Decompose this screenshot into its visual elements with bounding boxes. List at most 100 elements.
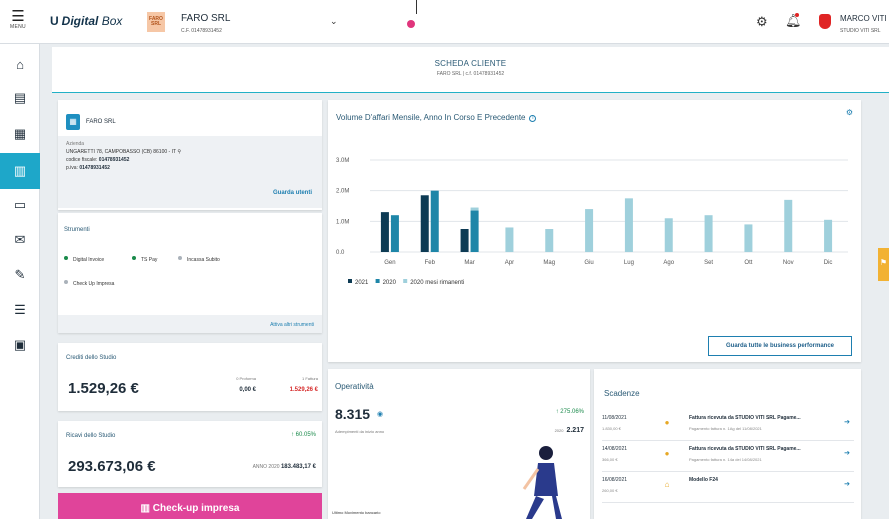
home-icon[interactable]: ⌂ <box>0 46 40 82</box>
chart-icon[interactable]: ▥ <box>0 153 40 189</box>
client-card: ▦ FARO SRL Azienda UNGARETTI 78, CAMPOBA… <box>58 100 322 210</box>
x-tick-label: Mar <box>464 260 474 266</box>
azienda-label: Azienda <box>66 141 85 147</box>
feedback-tab[interactable]: ⚑ <box>878 248 889 281</box>
user-name[interactable]: MARCO VITI <box>840 14 887 23</box>
arrow-right-icon[interactable]: ➔ <box>844 418 850 426</box>
inactive-dot <box>178 256 182 260</box>
page-title: SCHEDA CLIENTE <box>434 59 507 68</box>
tool-label: Check Up Impresa <box>73 281 115 287</box>
x-tick-label: Nov <box>783 260 794 266</box>
operativita-subtitle: Adempimenti da inizio anno <box>335 429 385 434</box>
bar-2021 <box>380 212 389 252</box>
legend-swatch <box>403 279 408 283</box>
scheda-header: SCHEDA CLIENTE FARO SRL | c.f. 014789314… <box>52 47 889 93</box>
cf-label: codice fiscale: <box>66 157 98 163</box>
attiva-strumenti-link[interactable]: Attiva altri strumenti <box>270 322 314 328</box>
x-tick-label: Lug <box>624 260 634 266</box>
bar-2020-mesi-rimanenti <box>664 218 673 252</box>
arrow-right-icon[interactable]: ➔ <box>844 480 850 488</box>
legend-label: 2020 mesi rimanenti <box>410 280 464 286</box>
x-tick-label: Set <box>704 260 713 266</box>
bar-2020-mesi-rimanenti <box>505 227 514 252</box>
tool-ts-pay[interactable]: TS Pay <box>132 256 157 263</box>
fattura-value: 1.529,26 € <box>289 387 318 393</box>
map-pin-icon[interactable]: ⚲ <box>177 149 181 155</box>
prev-value: 2.217 <box>566 427 584 434</box>
scadenza-date: 16/08/2021 <box>602 477 628 483</box>
scadenza-sub: Pagamento fattura n. 1Ag del 11/08/2021 <box>689 426 762 431</box>
app-logo[interactable]: U Digital Box <box>50 14 122 28</box>
scadenza-row[interactable]: 14/08/2021 366,00 € ● Fattura ricevuta da S… <box>602 442 854 472</box>
operativita-value: 8.315 <box>335 406 371 422</box>
crediti-title: Crediti dello Studio <box>66 355 117 361</box>
bar-2020-mesi-rimanenti <box>585 209 594 252</box>
chart-card: Volume D'affari Mensile, Anno In Corso E… <box>328 100 861 362</box>
tool-label: Incassa Subito <box>187 257 220 263</box>
legend-label: 2020 <box>383 280 397 286</box>
scadenza-row[interactable]: 11/08/2021 1.830,00 € ● Fattura ricevuta da… <box>602 411 854 441</box>
gear-icon[interactable]: ⚙ <box>756 14 768 30</box>
mail-icon[interactable]: ✉ <box>0 222 40 258</box>
tool-digital-invoice[interactable]: Digital Invoice <box>64 256 104 263</box>
chevron-down-icon[interactable]: ⌄ <box>330 16 338 27</box>
calendar-icon[interactable]: ▦ <box>0 116 40 152</box>
person-illustration <box>522 446 562 519</box>
logo-brand-rest: Box <box>101 14 123 28</box>
y-tick-label: 0.0 <box>336 250 345 256</box>
fattura-col[interactable]: 1 Fattura 1.529,26 € <box>290 376 318 393</box>
info-icon[interactable]: i <box>529 115 537 122</box>
tool-incassa-subito[interactable]: Incassa Subito <box>178 256 220 263</box>
cursor-dot <box>407 20 415 28</box>
user-avatar[interactable] <box>819 14 831 29</box>
tool-check-up-impresa[interactable]: Check Up Impresa <box>64 280 114 287</box>
scadenza-row[interactable]: 16/08/2021 260,00 € ⌂ Modello F24 ➔ <box>602 473 854 503</box>
active-dot <box>132 256 136 260</box>
menu-button[interactable]: ☰ MENU <box>0 0 36 44</box>
top-bar: ☰ MENU U Digital Box FARO SRL FARO SRL C.… <box>0 0 889 44</box>
operativita-prev: 2020 2.217 <box>555 427 584 434</box>
hamburger-icon: ☰ <box>11 8 25 25</box>
x-tick-label: Gen <box>384 260 395 266</box>
chart-icon: ▥ <box>140 503 153 514</box>
y-tick-label: 1.0M <box>336 219 349 225</box>
ultimo-movimento: Ultimo Movimento bancario <box>332 510 381 515</box>
tool-label: TS Pay <box>141 257 158 263</box>
bar-2020 <box>390 215 399 252</box>
y-tick-label: 2.0M <box>336 189 349 195</box>
arrow-right-icon[interactable]: ➔ <box>844 449 850 457</box>
guarda-business-button[interactable]: Guarda tutte le business performance <box>708 336 852 356</box>
folder-icon[interactable]: ▭ <box>0 187 40 223</box>
bar-2020 <box>470 210 479 252</box>
scadenza-title: Modello F24 <box>689 477 718 483</box>
document-icon[interactable]: ▤ <box>0 80 40 116</box>
guarda-utenti-link[interactable]: Guarda utenti <box>273 190 312 196</box>
pen-icon[interactable]: ✎ <box>0 257 40 293</box>
bar-chart: 3.0M 2.0M 1.0M 0.0 Gen Feb Mar Apr Mag Giu Lug Ago S… <box>336 158 848 286</box>
company-name[interactable]: FARO SRL <box>181 13 230 24</box>
chart-settings-icon[interactable]: ⚙ <box>846 108 853 117</box>
person-icon: ● <box>664 418 670 427</box>
bar-2020-mesi-rimanenti <box>744 224 753 252</box>
x-tick-label: Ago <box>663 260 674 266</box>
logo-mark: U <box>50 14 59 28</box>
crediti-amount: 1.529,26 € <box>68 380 139 397</box>
bar-2021 <box>460 229 469 252</box>
chart-title-text: Volume D'affari Mensile, Anno In Corso E… <box>336 113 526 122</box>
eye-icon[interactable]: ◉ <box>377 410 383 418</box>
ricavi-pct: ↑ 60.05% <box>290 432 316 438</box>
proforma-value: 0,00 € <box>239 387 256 393</box>
sidebar: ⌂ ▤ ▦ ▥ ▭ ✉ ✎ ☰ ▣ <box>0 44 40 519</box>
prev-label: 2020 <box>554 428 564 433</box>
clipboard-icon[interactable]: ▣ <box>0 327 40 363</box>
legend-label: 2021 <box>355 280 369 286</box>
scadenza-date: 11/08/2021 <box>602 415 627 421</box>
company-cf: C.F. 01478931452 <box>181 28 222 34</box>
bar-2020 <box>430 190 439 252</box>
checklist-icon[interactable]: ☰ <box>0 292 40 328</box>
bell-icon[interactable]: 🔔︎ <box>785 13 802 29</box>
scadenza-title: Fattura ricevuta da STUDIO VITI SRL Paga… <box>689 446 801 452</box>
checkup-impresa-button[interactable]: ▥ Check-up impresa <box>58 493 322 519</box>
strumenti-card: Strumenti Digital Invoice TS Pay Incassa… <box>58 213 322 333</box>
proforma-col[interactable]: 0 Proforma 0,00 € <box>236 376 256 393</box>
